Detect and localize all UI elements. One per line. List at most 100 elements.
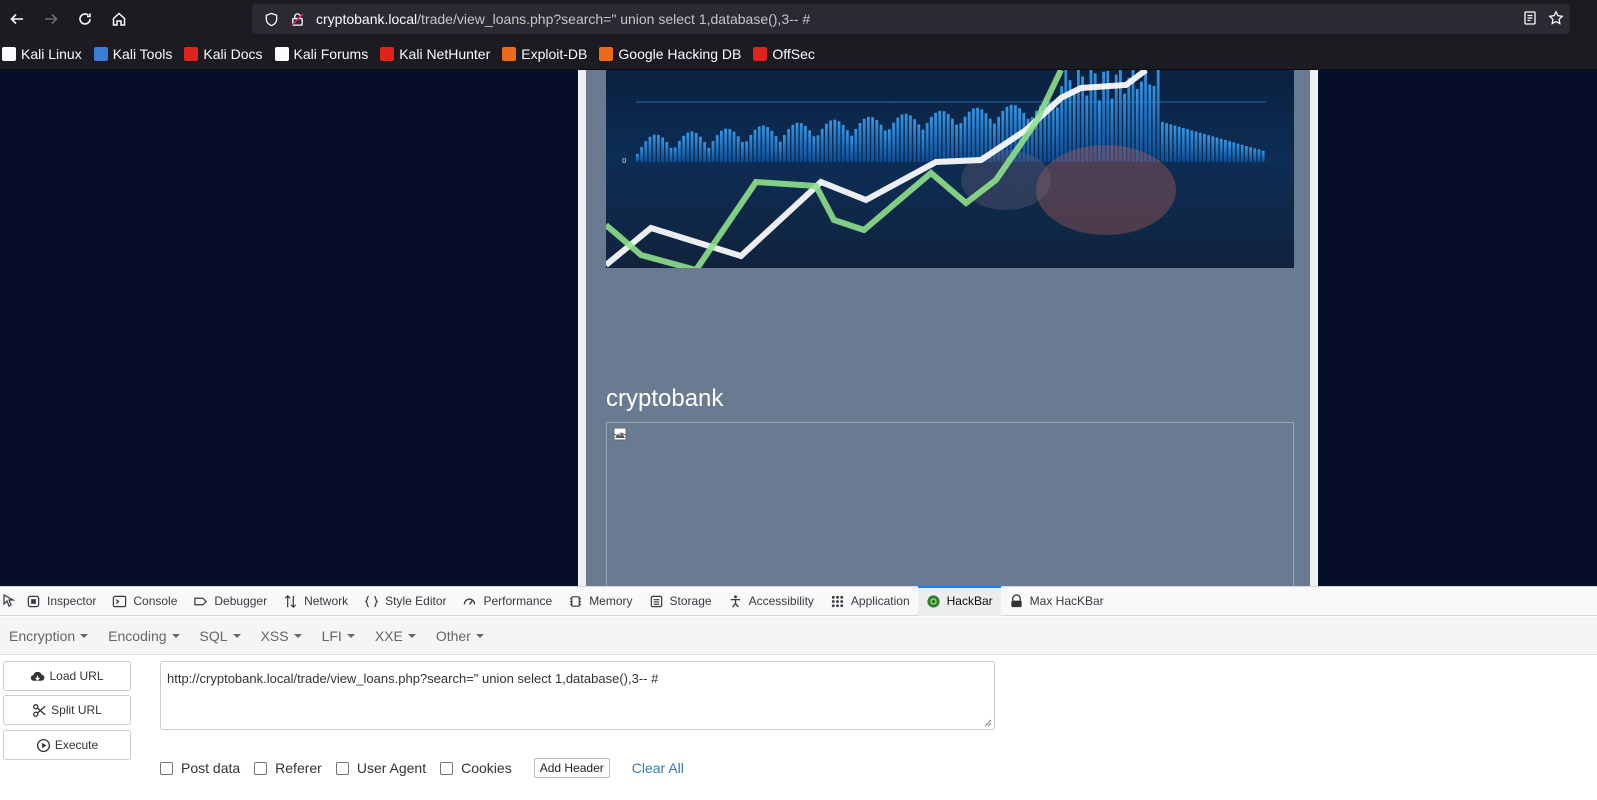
checkbox-cookies[interactable]: Cookies [440, 760, 512, 776]
tab-memory[interactable]: Memory [560, 587, 640, 616]
bookmark-label: Kali Linux [21, 45, 82, 62]
tab-inspector[interactable]: Inspector [18, 587, 104, 616]
load-url-button[interactable]: Load URL [3, 661, 131, 691]
url-text[interactable]: cryptobank.local/trade/view_loans.php?se… [316, 11, 810, 27]
insecure-lock-icon[interactable] [284, 12, 310, 27]
resize-handle-icon[interactable] [984, 719, 992, 727]
element-picker-button[interactable] [0, 587, 18, 616]
decorative-bar [762, 125, 765, 162]
tab-hackbar[interactable]: HackBar [917, 585, 1001, 616]
menu-xxe[interactable]: XXE [375, 628, 416, 644]
decorative-bar [909, 115, 912, 162]
decorative-bar [1253, 148, 1257, 162]
decorative-bar [707, 147, 711, 162]
tab-storage[interactable]: Storage [641, 587, 720, 616]
bookmark-ghdb[interactable]: Google Hacking DB [599, 46, 741, 62]
decorative-bar [1152, 85, 1156, 162]
reader-view-icon[interactable] [1522, 10, 1538, 29]
url-bar[interactable]: cryptobank.local/trade/view_loans.php?se… [252, 4, 1570, 34]
bookmark-nethunter[interactable]: Kali NetHunter [380, 46, 490, 62]
split-url-button[interactable]: Split URL [3, 695, 131, 725]
checkbox-box[interactable] [335, 761, 349, 775]
checkbox-box[interactable] [160, 761, 173, 775]
bookmark-kali-dragon[interactable]: Kali Linux [2, 46, 82, 62]
debugger-icon [194, 597, 208, 605]
reload-icon [79, 13, 91, 25]
decorative-bar [787, 129, 790, 162]
decorative-bar [673, 147, 677, 162]
home-button[interactable] [102, 0, 136, 38]
add-header-button[interactable]: Add Header [533, 758, 610, 778]
menu-encryption[interactable]: Encryption [9, 627, 89, 644]
menu-label: XSS [260, 627, 289, 644]
decorative-bar [1173, 125, 1177, 162]
decorative-bar [1249, 147, 1252, 162]
tab-application[interactable]: Application [822, 587, 918, 616]
offsec-icon [753, 46, 768, 61]
bookmark-offsec[interactable]: OffSec [753, 46, 815, 62]
tab-label: Inspector [47, 594, 97, 608]
tracking-protection-shield-icon[interactable] [258, 12, 284, 27]
checkbox-user-agent[interactable]: User Agent [335, 760, 426, 776]
reload-button[interactable] [68, 0, 102, 38]
decorative-bar [879, 124, 883, 162]
decorative-bar [854, 128, 858, 162]
memory-icon [570, 595, 582, 607]
bookmark-kali-tools[interactable]: Kali Tools [93, 45, 173, 62]
decorative-bar [904, 113, 908, 162]
bookmark-star-icon[interactable] [1548, 9, 1564, 29]
tab-label: Storage [669, 594, 712, 608]
decorative-bar [883, 130, 887, 162]
decorative-bar [837, 121, 841, 162]
broken-image-frame [606, 422, 1294, 586]
decorative-bar [967, 111, 971, 162]
decorative-bar [972, 108, 975, 162]
checkbox-post-data[interactable]: Post data [160, 760, 240, 776]
hackbar-url-textarea[interactable]: http://cryptobank.local/trade/view_loans… [160, 661, 995, 730]
url-host: cryptobank.local [316, 11, 418, 27]
menu-label: Encryption [9, 627, 76, 644]
tab-style-editor[interactable]: Style Editor [356, 587, 454, 616]
cloud-download-icon [31, 671, 45, 681]
menu-lfi[interactable]: LFI [322, 628, 355, 644]
menu-label: Encoding [108, 627, 167, 644]
decorative-bar [720, 130, 723, 162]
checkbox-box[interactable] [254, 761, 268, 775]
network-icon [285, 594, 297, 608]
menu-encoding[interactable]: Encoding [108, 627, 180, 644]
checkbox-box[interactable] [440, 761, 454, 775]
menu-xss[interactable]: XSS [261, 628, 302, 644]
tab-label: Max HacKBar [1029, 594, 1104, 608]
caret-down-icon [80, 633, 89, 638]
storage-icon [650, 595, 662, 607]
menu-sql[interactable]: SQL [200, 628, 241, 644]
back-button[interactable] [0, 0, 34, 38]
decorative-bar [1186, 129, 1189, 162]
decorative-bar [1211, 136, 1215, 162]
decorative-bar [942, 111, 946, 162]
bookmark-kali-forums[interactable]: Kali Forums [274, 46, 368, 62]
tab-console[interactable]: Console [104, 587, 185, 616]
execute-button[interactable]: Execute [3, 730, 131, 760]
menu-other[interactable]: Other [436, 628, 484, 644]
page-container: 0 cryptobank [578, 70, 1318, 586]
tab-accessibility[interactable]: Accessibility [720, 587, 822, 616]
tab-debugger[interactable]: Debugger [185, 587, 275, 616]
play-circle-icon [36, 738, 50, 752]
tab-performance[interactable]: Performance [454, 587, 560, 616]
caret-down-icon [293, 633, 302, 638]
bookmark-exploit-db[interactable]: Exploit-DB [502, 46, 587, 62]
svg-text:0: 0 [622, 157, 626, 165]
bookmark-label: Kali Tools [112, 45, 173, 62]
forward-button[interactable] [34, 0, 68, 38]
kali-forums-icon [274, 46, 289, 61]
decorative-bar [1064, 70, 1068, 162]
tab-max-hackbar[interactable]: Max HacKBar [1001, 587, 1112, 616]
decorative-bar [959, 123, 963, 162]
checkbox-referer[interactable]: Referer [254, 760, 322, 776]
decorative-bar [1245, 146, 1248, 162]
clear-all-link[interactable]: Clear All [632, 760, 684, 776]
decorative-bar [636, 154, 639, 162]
bookmark-kali-docs[interactable]: Kali Docs [184, 46, 263, 62]
tab-network[interactable]: Network [275, 587, 356, 616]
